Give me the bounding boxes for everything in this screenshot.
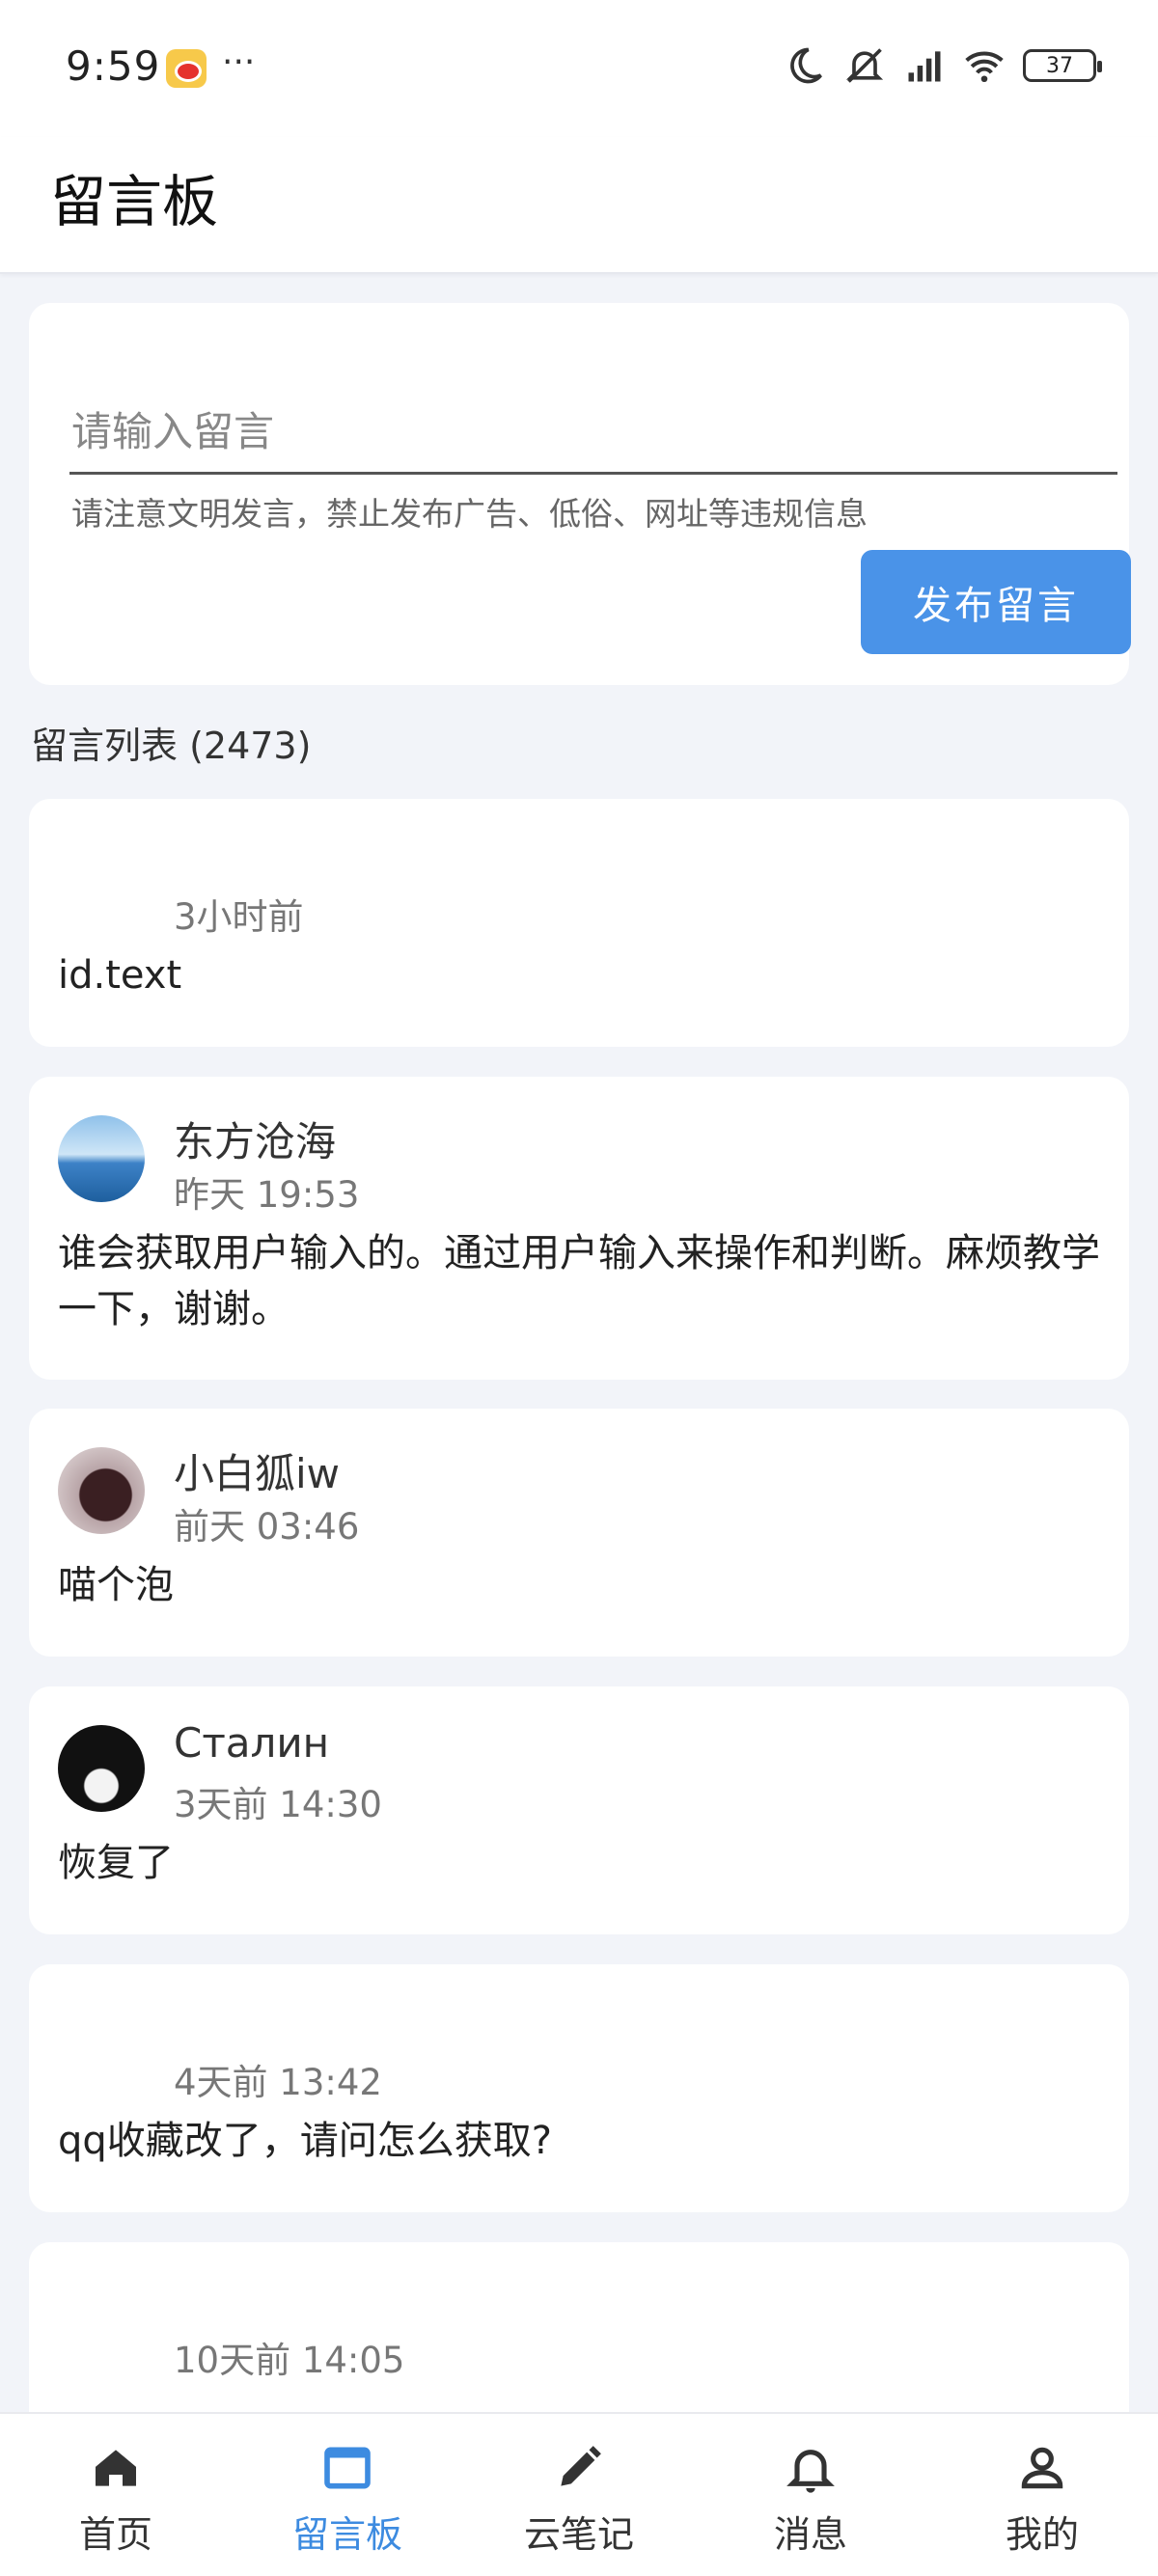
- nav-label: 消息: [773, 2513, 847, 2556]
- message-time: 3天前 14:30: [174, 1784, 382, 1825]
- app-header: 留言板: [0, 137, 1158, 274]
- message-card[interactable]: 4天前 13:42 qq收藏改了，请问怎么获取?: [29, 1964, 1129, 2212]
- avatar[interactable]: [58, 1115, 145, 1202]
- do-not-disturb-icon: [790, 47, 822, 84]
- board-icon: [324, 2447, 371, 2489]
- nav-label: 留言板: [291, 2513, 402, 2556]
- compose-card: 请注意文明发言，禁止发布广告、低俗、网址等违规信息 发布留言: [29, 303, 1131, 685]
- bottom-nav: 首页 留言板 云笔记 消息 我的: [0, 2412, 1158, 2576]
- more-notifications-icon: ···: [222, 42, 256, 82]
- wifi-icon: [965, 51, 1004, 83]
- weibo-notification-icon: [166, 49, 207, 88]
- message-time: 昨天 19:53: [174, 1174, 360, 1216]
- page-title: 留言板: [50, 169, 219, 234]
- message-card[interactable]: 东方沧海 昨天 19:53 谁会获取用户输入的。通过用户输入来操作和判断。麻烦教…: [29, 1077, 1129, 1380]
- message-author: 小白狐iw: [174, 1450, 341, 1497]
- message-time: 3小时前: [174, 896, 304, 938]
- status-icons: 37: [784, 44, 1102, 87]
- home-icon: [96, 2450, 136, 2486]
- person-icon: [1021, 2447, 1063, 2489]
- message-content: 喵个泡: [58, 1563, 174, 1607]
- message-content: 谁会获取用户输入的。通过用户输入来操作和判断。麻烦教学一下，谢谢。: [58, 1231, 1100, 1331]
- pencil-icon: [561, 2446, 601, 2486]
- nav-item-home[interactable]: 首页: [0, 2414, 232, 2576]
- message-content: qq收藏改了，请问怎么获取?: [58, 2119, 553, 2163]
- message-card[interactable]: Сталин 3天前 14:30 恢复了: [29, 1686, 1129, 1934]
- message-card[interactable]: 10天前 14:05: [29, 2242, 1129, 2435]
- message-card[interactable]: 小白狐iw 前天 03:46 喵个泡: [29, 1409, 1129, 1657]
- message-card[interactable]: 3小时前 id.text: [29, 799, 1129, 1047]
- message-input[interactable]: [69, 392, 1117, 475]
- avatar[interactable]: [58, 1447, 145, 1534]
- message-content: id.text: [58, 953, 182, 998]
- battery-icon: 37: [1023, 49, 1102, 82]
- message-content: 恢复了: [58, 1841, 174, 1885]
- nav-item-cloud-notes[interactable]: 云笔记: [463, 2414, 695, 2576]
- message-time: 10天前 14:05: [174, 2340, 405, 2381]
- nav-label: 首页: [78, 2513, 152, 2556]
- nav-item-profile[interactable]: 我的: [926, 2414, 1158, 2576]
- message-author: 东方沧海: [174, 1118, 337, 1165]
- silent-bell-icon: [845, 48, 884, 83]
- nav-item-messages[interactable]: 消息: [695, 2414, 926, 2576]
- avatar[interactable]: [58, 1725, 145, 1812]
- nav-item-board[interactable]: 留言板: [232, 2414, 463, 2576]
- message-list-title: 留言列表 (2473): [31, 725, 312, 767]
- post-message-button[interactable]: 发布留言: [861, 550, 1131, 654]
- message-time: 4天前 13:42: [174, 2062, 382, 2103]
- nav-label: 我的: [1005, 2513, 1079, 2556]
- bell-icon: [786, 2450, 835, 2493]
- status-bar: 9:59 ··· 37: [0, 0, 1158, 137]
- message-time: 前天 03:46: [174, 1506, 360, 1548]
- signal-icon: [908, 51, 941, 82]
- status-time: 9:59: [66, 42, 161, 90]
- message-author: Сталин: [174, 1719, 330, 1767]
- nav-label: 云笔记: [523, 2513, 634, 2556]
- posting-hint: 请注意文明发言，禁止发布广告、低俗、网址等违规信息: [71, 495, 868, 533]
